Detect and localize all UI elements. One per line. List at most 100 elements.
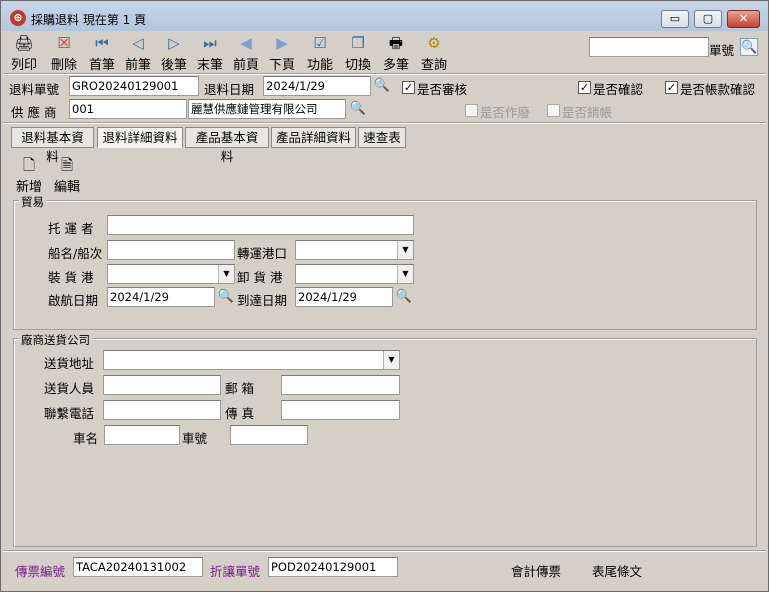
carrier-field[interactable] bbox=[107, 215, 414, 235]
discount-label: 折讓單號 bbox=[210, 564, 261, 579]
loading-port-label: 裝 貨 港 bbox=[48, 270, 94, 285]
return-no-field[interactable]: GRO20240129001 bbox=[69, 76, 199, 96]
car-name-field[interactable] bbox=[104, 425, 180, 445]
return-no-label: 退料單號 bbox=[9, 82, 60, 97]
supplier-name-field[interactable]: 麗慧供應鏈管理有限公司 bbox=[188, 99, 346, 119]
phone-field[interactable] bbox=[103, 400, 221, 420]
tab-return-basic[interactable]: 退料基本資料 bbox=[11, 127, 94, 164]
toolbar-divider bbox=[3, 73, 766, 75]
last-record-button[interactable]: ⏭ 末筆 bbox=[197, 33, 223, 73]
discharge-port-select[interactable]: ▼ bbox=[295, 264, 414, 284]
doc-no-search-input[interactable] bbox=[589, 37, 709, 57]
discount-field[interactable]: POD20240129001 bbox=[268, 557, 398, 577]
delete-icon: ☒ bbox=[57, 34, 71, 52]
discharge-port-label: 卸 貨 港 bbox=[237, 270, 283, 285]
chevron-down-icon: ▼ bbox=[397, 265, 413, 283]
query-icon: ⚙ bbox=[427, 34, 441, 52]
address-select[interactable]: ▼ bbox=[103, 350, 400, 370]
edit-doc-icon: 🗎 bbox=[60, 156, 74, 174]
fax-field[interactable] bbox=[281, 400, 400, 420]
voucher-field[interactable]: TACA20240131002 bbox=[73, 557, 203, 577]
supplier-code-field[interactable]: 001 bbox=[69, 99, 187, 119]
return-date-field[interactable]: 2024/1/29 bbox=[263, 76, 371, 96]
vessel-field[interactable] bbox=[107, 240, 235, 260]
person-field[interactable] bbox=[103, 375, 221, 395]
chevron-down-icon: ▼ bbox=[383, 351, 399, 369]
next-record-button[interactable]: ▷ 後筆 bbox=[161, 33, 187, 73]
next-page-icon: ▶ bbox=[276, 34, 288, 52]
carrier-label: 托 運 者 bbox=[48, 221, 94, 236]
delete-button[interactable]: ☒ 刪除 bbox=[51, 33, 77, 73]
next-icon: ▷ bbox=[168, 34, 180, 52]
edit-button[interactable]: 🗎 編輯 bbox=[54, 155, 80, 195]
window-title: 採購退料 現在第 1 頁 bbox=[31, 13, 147, 27]
new-doc-icon: 🗋 bbox=[22, 156, 36, 174]
prev-record-button[interactable]: ◁ 前筆 bbox=[125, 33, 151, 73]
vessel-label: 船名/船次 bbox=[48, 246, 103, 261]
phone-label: 聯繫電話 bbox=[44, 406, 95, 421]
function-button[interactable]: ☑ 功能 bbox=[307, 33, 333, 73]
prev-page-icon: ◀ bbox=[240, 34, 252, 52]
query-button[interactable]: ⚙ 查詢 bbox=[421, 33, 447, 73]
departure-date-field[interactable]: 2024/1/29 bbox=[107, 287, 215, 307]
minimize-button[interactable]: ▭ bbox=[661, 10, 689, 28]
return-date-label: 退料日期 bbox=[204, 82, 255, 97]
transit-port-label: 轉運港口 bbox=[237, 246, 288, 261]
footer-terms-link[interactable]: 表尾條文 bbox=[592, 561, 642, 580]
footer-divider bbox=[3, 550, 766, 552]
header-divider bbox=[3, 122, 766, 124]
date-picker-icon[interactable]: 🔍 bbox=[373, 77, 391, 95]
main-window: ⊕ 採購退料 現在第 1 頁 ▭ ▢ ✕ 🖨 列印 ☒ 刪除 ⏮ 首筆 ◁ 前筆 ▷ 後筆… bbox=[0, 0, 769, 592]
toolbar: 🖨 列印 ☒ 刪除 ⏮ 首筆 ◁ 前筆 ▷ 後筆 ⏭ 末筆 ◀ 前頁 ▶ 下頁 ☑ 功能 ❐ 切換 … bbox=[3, 31, 768, 73]
car-no-label: 車號 bbox=[182, 431, 208, 446]
tab-quick-lookup[interactable]: 速查表 bbox=[358, 127, 406, 148]
search-icon[interactable]: 🔍 bbox=[740, 38, 758, 56]
date-picker-icon[interactable]: 🔍 bbox=[395, 288, 413, 306]
app-icon: ⊕ bbox=[10, 10, 26, 26]
void-label: 是否作廢 bbox=[480, 105, 531, 120]
printer-icon: 🖨 bbox=[14, 34, 34, 52]
print-button[interactable]: 🖨 列印 bbox=[11, 33, 37, 73]
void-checkbox[interactable] bbox=[465, 104, 478, 117]
departure-date-label: 啟航日期 bbox=[48, 293, 99, 308]
approved-checkbox[interactable]: ✓ bbox=[402, 81, 415, 94]
closed-label: 是否銷帳 bbox=[562, 105, 613, 120]
address-label: 送貨地址 bbox=[44, 356, 95, 371]
car-no-field[interactable] bbox=[230, 425, 308, 445]
transit-port-select[interactable]: ▼ bbox=[295, 240, 414, 260]
switch-button[interactable]: ❐ 切換 bbox=[345, 33, 371, 73]
person-label: 送貨人員 bbox=[44, 381, 95, 396]
chevron-down-icon: ▼ bbox=[218, 265, 234, 283]
supplier-lookup-icon[interactable]: 🔍 bbox=[349, 100, 367, 118]
postbox-label: 郵 箱 bbox=[225, 381, 254, 396]
closed-checkbox[interactable] bbox=[547, 104, 560, 117]
first-record-button[interactable]: ⏮ 首筆 bbox=[89, 33, 115, 73]
tab-product-detail[interactable]: 產品詳細資料 bbox=[271, 127, 356, 148]
add-button[interactable]: 🗋 新增 bbox=[16, 155, 42, 195]
maximize-button[interactable]: ▢ bbox=[694, 10, 722, 28]
prev-icon: ◁ bbox=[132, 34, 144, 52]
loading-port-select[interactable]: ▼ bbox=[107, 264, 235, 284]
last-icon: ⏭ bbox=[203, 34, 217, 52]
account-confirmed-label: 是否帳款確認 bbox=[680, 82, 756, 97]
confirmed-label: 是否確認 bbox=[593, 82, 644, 97]
close-button[interactable]: ✕ bbox=[727, 10, 760, 28]
postbox-field[interactable] bbox=[281, 375, 400, 395]
tab-return-detail[interactable]: 退料詳細資料 bbox=[97, 127, 183, 148]
tab-product-basic[interactable]: 產品基本資料 bbox=[185, 127, 269, 164]
chevron-down-icon: ▼ bbox=[397, 241, 413, 259]
account-confirmed-checkbox[interactable]: ✓ bbox=[665, 81, 678, 94]
function-icon: ☑ bbox=[313, 34, 327, 52]
multi-icon: 🖶 bbox=[388, 34, 404, 52]
multi-record-button[interactable]: 🖶 多筆 bbox=[383, 33, 409, 73]
approved-label: 是否審核 bbox=[417, 82, 468, 97]
accounting-voucher-link[interactable]: 會計傳票 bbox=[511, 561, 561, 580]
confirmed-checkbox[interactable]: ✓ bbox=[578, 81, 591, 94]
date-picker-icon[interactable]: 🔍 bbox=[217, 288, 235, 306]
voucher-label: 傳票編號 bbox=[15, 564, 66, 579]
arrival-date-label: 到達日期 bbox=[237, 293, 288, 308]
supplier-label: 供 應 商 bbox=[11, 105, 57, 120]
next-page-button[interactable]: ▶ 下頁 bbox=[269, 33, 295, 73]
arrival-date-field[interactable]: 2024/1/29 bbox=[295, 287, 393, 307]
prev-page-button[interactable]: ◀ 前頁 bbox=[233, 33, 259, 73]
